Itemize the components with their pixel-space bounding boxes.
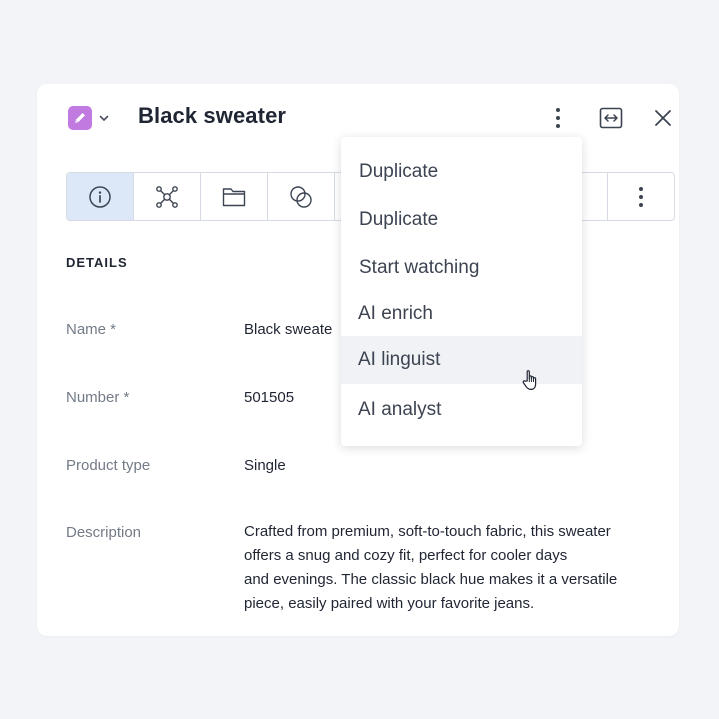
expand-horizontal-icon bbox=[599, 107, 623, 129]
expand-width-button[interactable] bbox=[597, 104, 625, 132]
name-value[interactable]: Black sweate bbox=[244, 321, 332, 338]
pencil-icon bbox=[75, 113, 85, 123]
chevron-down-icon[interactable] bbox=[98, 112, 110, 124]
close-icon bbox=[655, 110, 671, 126]
number-label: Number * bbox=[66, 389, 130, 406]
menu-item-ai-enrich[interactable]: AI enrich bbox=[341, 290, 582, 338]
description-line: and evenings. The classic black hue make… bbox=[244, 571, 618, 588]
page-title: Black sweater bbox=[138, 103, 287, 128]
description-value[interactable]: Crafted from premium, soft-to-touch fabr… bbox=[244, 520, 664, 616]
tab-more-button[interactable] bbox=[608, 173, 674, 220]
tab-info[interactable] bbox=[67, 173, 134, 220]
more-options-menu: Duplicate Duplicate Start watching AI en… bbox=[341, 137, 582, 446]
menu-item-ai-analyst[interactable]: AI analyst bbox=[341, 386, 582, 434]
network-icon bbox=[156, 185, 178, 208]
description-line: offers a snug and cozy fit, perfect for … bbox=[244, 547, 568, 564]
description-line: Crafted from premium, soft-to-touch fabr… bbox=[244, 523, 611, 540]
menu-item-duplicate-2[interactable]: Duplicate bbox=[341, 196, 582, 244]
tab-folders[interactable] bbox=[201, 173, 268, 220]
description-line: piece, easily paired with your favorite … bbox=[244, 595, 535, 612]
tab-links[interactable] bbox=[268, 173, 335, 220]
details-section-title: DETAILS bbox=[66, 255, 128, 270]
folder-icon bbox=[222, 187, 246, 206]
description-label: Description bbox=[66, 524, 142, 541]
tab-relations[interactable] bbox=[134, 173, 201, 220]
info-icon bbox=[89, 185, 111, 208]
number-value[interactable]: 501505 bbox=[244, 389, 294, 406]
product-type-value[interactable]: Single bbox=[244, 457, 286, 474]
menu-item-ai-linguist[interactable]: AI linguist bbox=[341, 336, 582, 384]
linked-circles-icon bbox=[290, 185, 312, 208]
vertical-dots-icon bbox=[639, 186, 643, 207]
more-options-button[interactable] bbox=[544, 104, 572, 132]
product-type-badge[interactable] bbox=[68, 106, 92, 130]
vertical-dots-icon bbox=[556, 108, 560, 128]
close-button[interactable] bbox=[649, 104, 677, 132]
product-type-label: Product type bbox=[66, 457, 151, 474]
menu-item-duplicate[interactable]: Duplicate bbox=[341, 148, 582, 196]
hand-cursor-icon bbox=[522, 370, 537, 390]
menu-item-start-watching[interactable]: Start watching bbox=[341, 244, 582, 292]
name-label: Name * bbox=[66, 321, 117, 338]
